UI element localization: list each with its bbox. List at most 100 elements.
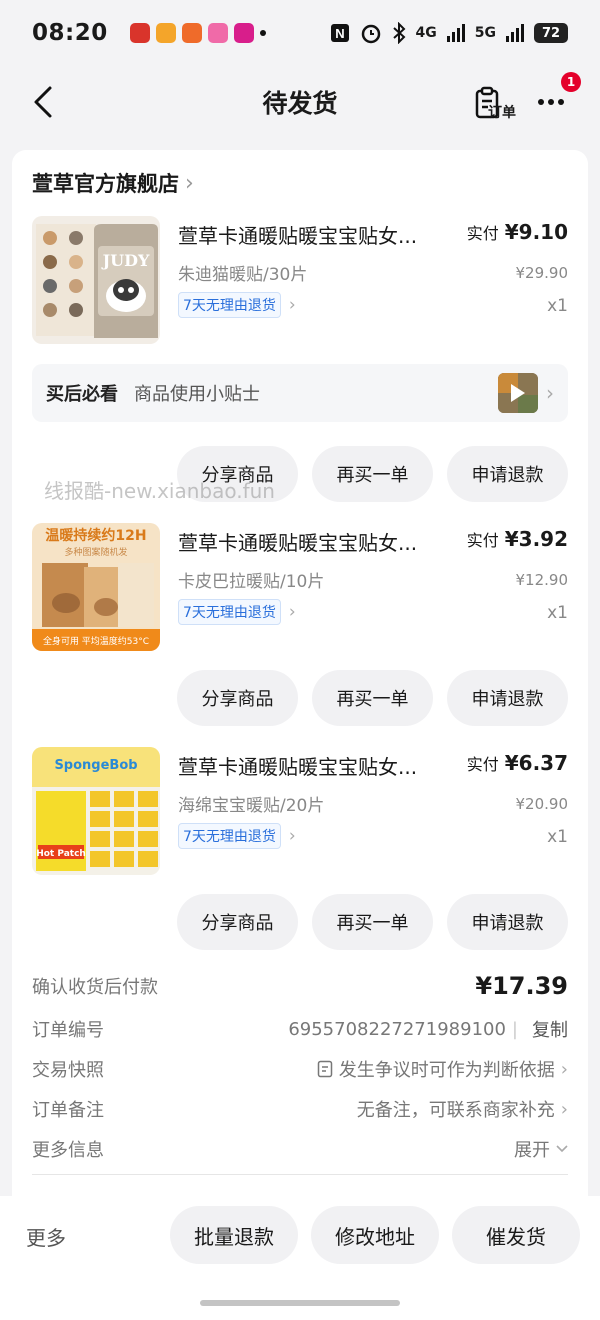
snapshot-value: 发生争议时可作为判断依据 › (317, 1056, 568, 1082)
paid-amount: ¥6.37 (504, 751, 568, 775)
product-thumbnail[interactable]: SpongeBob Hot Patch (32, 747, 160, 875)
battery-indicator: 72 (534, 23, 568, 43)
nav-bar: 待发货 订单 1 (0, 70, 600, 134)
svg-text:N: N (335, 26, 344, 41)
order-number-label: 订单编号 (32, 1020, 104, 1041)
change-address-button[interactable]: 修改地址 (311, 1206, 439, 1264)
chevron-right-icon: › (560, 1058, 568, 1080)
document-icon (317, 1060, 333, 1078)
item-actions: 分享商品 再买一单 申请退款 (177, 894, 568, 950)
notification-badge: 1 (561, 72, 581, 92)
chevron-right-icon: › (288, 602, 296, 622)
order-detail-page: 08:20 N 4G 5G 72 待发货 订单 1 萱草官方旗舰店 › JUDY… (0, 0, 600, 1320)
order-item[interactable]: 温暖持续约12H 多种图案随机发 全身可用 平均温度约53°C 萱草卡通暖贴暖宝… (32, 523, 568, 653)
more-actions-button[interactable]: 更多 (26, 1222, 66, 1251)
status-time: 08:20 (32, 20, 108, 46)
more-info-row[interactable]: 更多信息 展开 (32, 1136, 568, 1162)
share-product-button[interactable]: 分享商品 (177, 670, 298, 726)
snapshot-text: 发生争议时可作为判断依据 (338, 1060, 555, 1081)
order-card: 萱草官方旗舰店 › JUDY 萱草卡通暖贴暖宝宝贴女... 朱迪猫暖贴/30片 … (12, 150, 588, 1210)
product-title[interactable]: 萱草卡通暖贴暖宝宝贴女... (178, 751, 448, 780)
nfc-icon: N (330, 24, 349, 42)
order-number-value: 6955708227271989100 | 复制 (288, 1016, 568, 1042)
product-title[interactable]: 萱草卡通暖贴暖宝宝贴女... (178, 220, 448, 249)
buy-again-button[interactable]: 再买一单 (312, 446, 433, 502)
order-button-label: 订单 (488, 105, 516, 121)
video-thumbnail (498, 373, 538, 413)
svg-text:SpongeBob: SpongeBob (54, 758, 137, 773)
more-info-label: 更多信息 (32, 1140, 104, 1161)
usage-tips-banner[interactable]: 买后必看 商品使用小贴士 › (32, 364, 568, 422)
svg-text:多种图案随机发: 多种图案随机发 (64, 546, 127, 558)
vip-app-icon (233, 23, 254, 43)
mall-app-icon (207, 23, 228, 43)
tips-text: 商品使用小贴士 (134, 384, 260, 405)
original-price: ¥29.90 (515, 264, 569, 282)
product-thumbnail[interactable]: JUDY (32, 216, 160, 344)
chevron-right-icon: › (185, 170, 194, 196)
more-dot-icon (558, 99, 564, 105)
note-label: 订单备注 (32, 1100, 104, 1121)
signal-icon-1 (446, 24, 465, 42)
share-product-button[interactable]: 分享商品 (177, 894, 298, 950)
svg-text:JUDY: JUDY (101, 251, 150, 270)
spongebob-heat-patch-image: SpongeBob Hot Patch (32, 747, 160, 875)
product-spec: 海绵宝宝暖贴/20片 (178, 796, 325, 816)
buy-again-button[interactable]: 再买一单 (312, 894, 433, 950)
quantity: x1 (547, 603, 568, 623)
batch-refund-button[interactable]: 批量退款 (170, 1206, 298, 1264)
return-policy-label: 7天无理由退货 (178, 292, 281, 318)
order-button[interactable]: 订单 (474, 86, 522, 122)
expand-text: 展开 (514, 1140, 550, 1161)
payment-total-row: 确认收货后付款 ¥17.39 (32, 972, 568, 1000)
network-type-1: 4G (415, 25, 437, 41)
product-title[interactable]: 萱草卡通暖贴暖宝宝贴女... (178, 527, 448, 556)
news-app-icon (129, 23, 150, 43)
item-actions: 分享商品 再买一单 申请退款 (177, 670, 568, 726)
home-indicator[interactable] (200, 1300, 400, 1306)
buy-again-button[interactable]: 再买一单 (312, 670, 433, 726)
paid-label: 实付 (466, 531, 499, 550)
trade-snapshot-row[interactable]: 交易快照 发生争议时可作为判断依据 › (32, 1056, 568, 1082)
tips-title: 买后必看 (46, 384, 118, 405)
return-policy-tag[interactable]: 7天无理由退货 › (178, 599, 296, 625)
total-amount: ¥17.39 (475, 972, 568, 1000)
chevron-right-icon: › (288, 295, 296, 315)
total-label: 确认收货后付款 (32, 977, 158, 998)
paid-amount: ¥9.10 (504, 220, 568, 244)
order-item[interactable]: SpongeBob Hot Patch 萱草卡通暖贴暖宝宝贴女... 海绵宝宝暖… (32, 747, 568, 877)
order-number: 6955708227271989100 (288, 1018, 506, 1040)
divider (32, 1174, 568, 1175)
play-icon (511, 384, 525, 402)
status-bar: 08:20 N 4G 5G 72 (0, 0, 600, 66)
product-thumbnail[interactable]: 温暖持续约12H 多种图案随机发 全身可用 平均温度约53°C (32, 523, 160, 651)
copy-button[interactable]: 复制 (532, 1016, 568, 1042)
expand-toggle[interactable]: 展开 (514, 1136, 568, 1162)
paid-label: 实付 (466, 755, 499, 774)
chevron-down-icon (556, 1145, 568, 1153)
urge-shipment-button[interactable]: 催发货 (452, 1206, 580, 1264)
snapshot-label: 交易快照 (32, 1060, 104, 1081)
order-note-row[interactable]: 订单备注 无备注，可联系商家补充 › (32, 1096, 568, 1122)
request-refund-button[interactable]: 申请退款 (447, 446, 568, 502)
svg-text:全身可用 平均温度约53°C: 全身可用 平均温度约53°C (43, 635, 149, 647)
watermark: 线报酷-new.xianbao.fun (44, 479, 275, 503)
request-refund-button[interactable]: 申请退款 (447, 894, 568, 950)
order-item[interactable]: JUDY 萱草卡通暖贴暖宝宝贴女... 朱迪猫暖贴/30片 7天无理由退货 › … (32, 216, 568, 346)
return-policy-label: 7天无理由退货 (178, 823, 281, 849)
notification-icons (129, 23, 266, 43)
note-value: 无备注，可联系商家补充 › (357, 1096, 568, 1122)
weibo-app-icon (181, 23, 202, 43)
paid-price: 实付 ¥3.92 (467, 527, 568, 551)
return-policy-tag[interactable]: 7天无理由退货 › (178, 823, 296, 849)
return-policy-tag[interactable]: 7天无理由退货 › (178, 292, 296, 318)
back-arrow-icon[interactable] (28, 84, 58, 120)
request-refund-button[interactable]: 申请退款 (447, 670, 568, 726)
alarm-icon (361, 24, 380, 44)
shop-link[interactable]: 萱草官方旗舰店 › (32, 168, 194, 198)
separator: | (511, 1018, 518, 1040)
network-type-2: 5G (474, 25, 496, 41)
original-price: ¥12.90 (515, 571, 569, 589)
note-text: 无备注，可联系商家补充 (356, 1100, 555, 1121)
capybara-heat-patch-image: 温暖持续约12H 多种图案随机发 全身可用 平均温度约53°C (32, 523, 160, 651)
